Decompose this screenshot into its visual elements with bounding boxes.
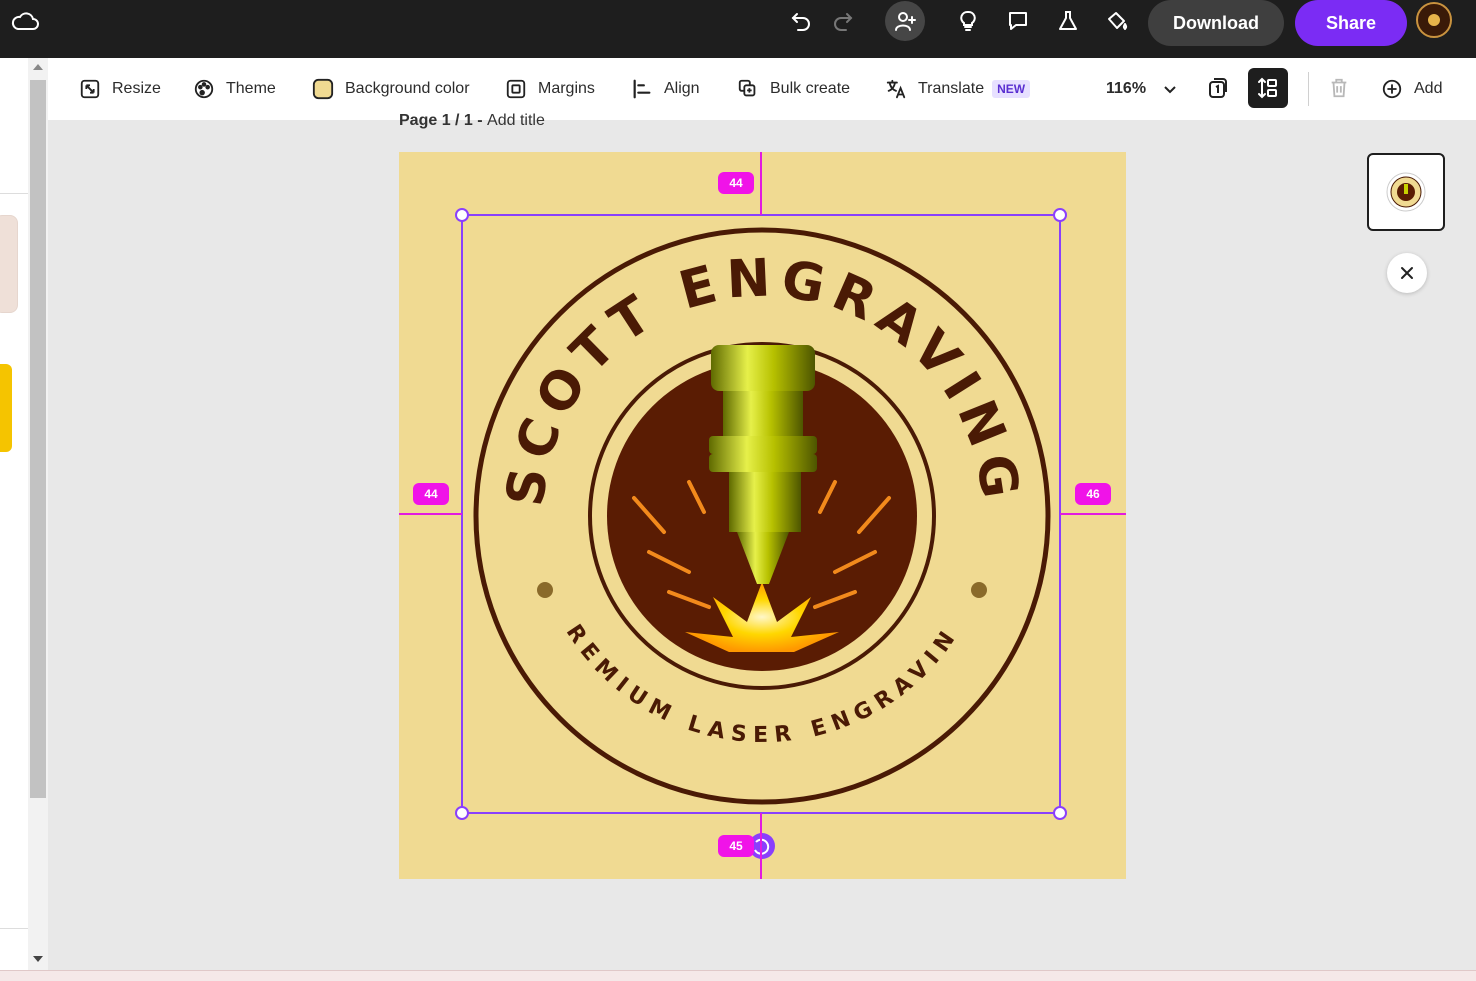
design-page[interactable]: SCOTT ENGRAVING PREMIUM LASER ENGRAVING … (399, 152, 1126, 879)
trash-icon (1331, 78, 1347, 98)
left-scrollbar[interactable] (28, 58, 48, 970)
translate-icon (884, 77, 908, 101)
add-page-button[interactable]: Add (1380, 58, 1442, 120)
spacing-tag-top: 44 (718, 172, 754, 194)
theme-button[interactable]: Theme (192, 58, 276, 120)
spacing-tag-left: 44 (413, 483, 449, 505)
download-button[interactable]: Download (1148, 0, 1284, 46)
margins-button[interactable]: Margins (504, 58, 595, 120)
zoom-level: 116% (1106, 80, 1147, 97)
avatar[interactable] (1416, 2, 1452, 38)
comment-icon (1009, 12, 1027, 30)
left-panel-card-yellow[interactable] (0, 364, 12, 452)
translate-button[interactable]: Translate NEW (884, 58, 1031, 120)
delete-button[interactable] (1319, 68, 1359, 108)
undo-button[interactable] (786, 0, 816, 42)
add-label: Add (1414, 80, 1443, 97)
grid-view-button[interactable] (1248, 68, 1288, 108)
bulk-create-button[interactable]: Bulk create (736, 58, 850, 120)
chevron-down-icon (1164, 86, 1176, 94)
redo-button[interactable] (828, 0, 858, 42)
cloud-icon[interactable] (10, 8, 40, 34)
background-color-label: Background color (345, 80, 470, 97)
ideas-button[interactable] (955, 0, 981, 42)
lightbulb-icon (960, 10, 976, 31)
thumbnail-logo-icon (1386, 172, 1426, 212)
page-title[interactable]: Page 1 / 1 - Add title (399, 112, 545, 130)
comment-button[interactable] (1004, 0, 1032, 42)
invite-user-icon (895, 12, 916, 31)
invite-button[interactable] (885, 1, 925, 41)
scroll-down-icon[interactable] (33, 956, 43, 962)
paint-bucket-icon (1108, 12, 1128, 30)
palette-icon (192, 77, 216, 101)
toolbar-divider (1308, 72, 1309, 106)
new-badge: NEW (992, 80, 1031, 98)
page-count-button[interactable] (1198, 68, 1238, 108)
close-panel-button[interactable] (1387, 253, 1427, 293)
bulk-create-label: Bulk create (770, 80, 851, 97)
zoom-dropdown[interactable]: 116% (1106, 58, 1178, 120)
top-bar: Download Share (0, 0, 1476, 58)
share-button[interactable]: Share (1295, 0, 1407, 46)
pages-icon (1209, 78, 1227, 98)
left-divider (0, 928, 28, 929)
avatar-logo-icon (1428, 14, 1440, 26)
labs-button[interactable] (1055, 0, 1081, 42)
decor-dot-left (537, 582, 553, 598)
page-number-label: Page 1 / 1 - (399, 112, 488, 129)
left-panel-card[interactable] (0, 215, 18, 313)
editor-toolbar: Resize Theme Background color Margins Al… (48, 58, 1476, 120)
resize-icon (78, 77, 102, 101)
scroll-up-icon[interactable] (33, 64, 43, 70)
close-icon (1401, 267, 1413, 279)
redo-icon (834, 13, 853, 31)
color-swatch-icon (311, 77, 335, 101)
guide-top (760, 152, 762, 215)
resize-label: Resize (112, 80, 161, 97)
theme-label: Theme (226, 80, 276, 97)
resize-button[interactable]: Resize (78, 58, 161, 120)
align-icon (630, 77, 654, 101)
add-circle-icon (1380, 77, 1404, 101)
margins-label: Margins (538, 80, 595, 97)
margins-icon (504, 77, 528, 101)
undo-icon (791, 13, 810, 31)
brand-button[interactable] (1103, 0, 1131, 42)
page-thumbnail[interactable] (1367, 153, 1445, 231)
guide-right (1060, 513, 1126, 515)
bottom-strip (0, 970, 1476, 981)
layout-arrows-icon (1258, 77, 1277, 99)
page-title-link[interactable]: Add title (487, 112, 545, 129)
decor-dot-right (971, 582, 987, 598)
left-divider (0, 193, 28, 194)
left-panel (0, 58, 28, 970)
align-label: Align (664, 80, 700, 97)
flask-icon (1059, 11, 1077, 30)
logo-artwork[interactable]: SCOTT ENGRAVING PREMIUM LASER ENGRAVING (399, 152, 1126, 879)
bulk-create-icon (736, 77, 760, 101)
spacing-tag-bottom: 45 (718, 835, 754, 857)
background-color-button[interactable]: Background color (311, 58, 470, 120)
align-button[interactable]: Align (630, 58, 700, 120)
translate-label: Translate (918, 80, 985, 97)
spacing-tag-right: 46 (1075, 483, 1111, 505)
guide-bottom (760, 813, 762, 879)
guide-left (399, 513, 462, 515)
scrollbar-thumb[interactable] (30, 80, 46, 798)
